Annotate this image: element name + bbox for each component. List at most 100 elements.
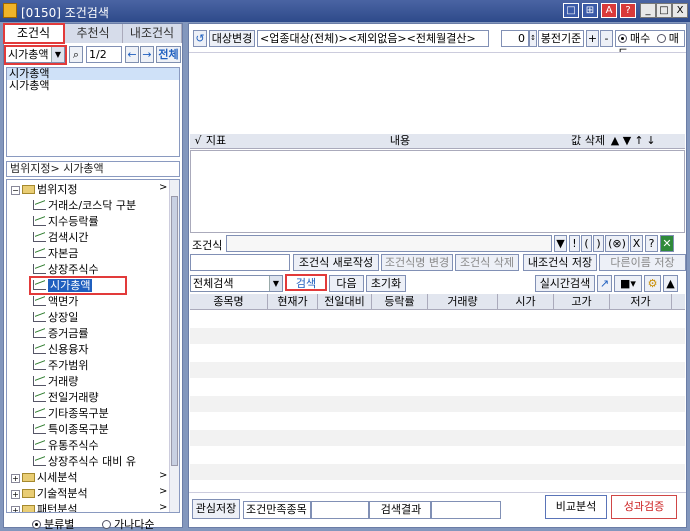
op-clear[interactable]: X [630,235,643,252]
expand-icon[interactable]: + [11,506,20,512]
delete-condition-button[interactable]: 조건식 삭제 [455,254,519,271]
col-high: 고가 [554,294,610,310]
minimize-button[interactable]: _ [640,3,656,18]
condition-name-input[interactable] [190,254,290,271]
tile-icon[interactable]: ⊞ [582,3,598,18]
collapse-icon[interactable]: − [11,186,20,195]
scroll-thumb[interactable] [171,196,178,466]
table-row[interactable] [190,464,685,481]
chart-icon [33,216,46,226]
op-xor[interactable]: (⊗) [605,235,629,252]
realtime-search-button[interactable]: 실시간검색 [535,275,595,292]
tree-item[interactable]: 자본금 [33,246,78,262]
add-button[interactable]: + [586,30,599,47]
chart-icon [33,232,46,242]
move-bottom-icon[interactable]: ↓ [646,134,656,148]
tab-recommended[interactable]: 추천식 [64,24,123,43]
target-change-button[interactable]: 대상변경 [209,30,255,47]
table-row[interactable] [190,447,685,464]
table-row[interactable] [190,413,685,430]
compare-button[interactable]: 비교분석 [545,495,607,519]
table-row[interactable] [190,430,685,447]
link-window-icon[interactable]: □ [563,3,579,18]
refresh-icon[interactable]: ↺ [193,30,207,47]
tree-item[interactable]: 거래소/코스닥 구분 [33,198,136,214]
page-indicator: 1/2 [86,46,122,63]
search-scope-select[interactable]: 전체검색 ▼ [190,275,283,292]
op-not[interactable]: ! [569,235,580,252]
font-icon[interactable]: A [601,3,617,18]
prev-arrow-icon[interactable]: ← [125,46,139,63]
collapse-up-icon[interactable]: ▲ [663,275,678,292]
move-down-icon[interactable]: ▼ [622,134,632,148]
save-interest-button[interactable]: 관심저장 [192,499,240,519]
next-button[interactable]: 다음 [329,275,364,292]
tree-item[interactable]: 전일거래량 [33,390,99,406]
tree-item[interactable]: 상장주식수 대비 유 [33,454,136,470]
table-row[interactable] [190,379,685,396]
tree-item[interactable]: 기타종목구분 [33,406,109,422]
rename-condition-button[interactable]: 조건식명 변경 [381,254,453,271]
op-dropdown[interactable]: ▼ [554,235,567,252]
tab-my-condition[interactable]: 내조건식 [123,24,182,43]
tree-folder-technical[interactable]: + 기술적분석 [11,486,88,502]
tree-item[interactable]: 상장일 [33,310,78,326]
tree-item[interactable]: 유통주식수 [33,438,99,454]
all-button[interactable]: 전체 [156,46,181,63]
tree-folder-pattern[interactable]: + 패턴분석 [11,502,77,512]
expand-icon[interactable]: + [11,474,20,483]
remove-button[interactable]: - [600,30,613,47]
sort-options: 분류별 가나다순 [4,516,182,531]
move-top-icon[interactable]: ↑ [634,134,644,148]
spinner-icon[interactable]: ↕ [529,30,537,47]
target-field[interactable]: <업종대상(전체)><제외없음><전체월결산> [257,30,489,47]
tree-scrollbar[interactable] [169,180,179,512]
tree-item[interactable]: 신용융자 [33,342,88,358]
op-close-paren[interactable]: ) [593,235,604,252]
tree-item[interactable]: 지수등락률 [33,214,99,230]
next-arrow-icon[interactable]: → [140,46,154,63]
table-row[interactable] [190,396,685,413]
search-icon[interactable]: ⌕ [69,46,83,63]
tree-item[interactable]: 특이종목구분 [33,422,109,438]
tree-item[interactable]: 주가범위 [33,358,88,374]
condition-grid-body[interactable] [190,150,685,233]
sort-by-category[interactable]: 분류별 [32,516,74,531]
search-button[interactable]: 검색 [285,274,327,291]
op-open-paren[interactable]: ( [581,235,592,252]
table-row[interactable] [190,311,685,328]
table-row[interactable] [190,345,685,362]
settings-icon[interactable]: ⚙ [644,275,661,292]
tree-folder-range[interactable]: − 범위지정 [11,182,77,198]
move-up-icon[interactable]: ▲ [610,134,620,148]
matched-count [311,501,369,519]
buy-sell-radio[interactable]: 매수 매도 [615,30,685,60]
reset-button[interactable]: 초기화 [366,275,406,292]
export-icon[interactable]: ↗ [597,275,612,292]
tree-label: 상장주식수 대비 유 [48,455,136,468]
list-item[interactable]: 시가총액 [7,80,179,92]
candle-count-input[interactable]: 0 [501,30,529,47]
verify-button[interactable]: 성과검증 [611,495,677,519]
table-row[interactable] [190,362,685,379]
col-open: 시가 [498,294,554,310]
excel-icon[interactable]: ✕ [660,235,674,252]
close-button[interactable]: X [672,3,688,18]
condition-list[interactable]: 시가총액 시가총액 [6,67,180,157]
new-condition-button[interactable]: 조건식 새로작성 [293,254,379,271]
tree-item[interactable]: 액면가 [33,294,78,310]
maximize-button[interactable]: □ [656,3,672,18]
help-icon[interactable]: ? [620,3,636,18]
expand-icon[interactable]: + [11,490,20,499]
tree-item[interactable]: 거래량 [33,374,78,390]
tree-item[interactable]: 증거금률 [33,326,88,342]
sort-by-alpha[interactable]: 가나다순 [102,516,154,531]
tree-item[interactable]: 검색시간 [33,230,88,246]
save-my-condition-button[interactable]: 내조건식 저장 [523,254,597,271]
help-icon[interactable]: ? [645,235,658,252]
layout-dropdown[interactable]: ■▾ [614,275,642,292]
save-as-button[interactable]: 다른이름 저장 [599,254,686,271]
condition-expression-input[interactable] [226,235,552,252]
table-row[interactable] [190,328,685,345]
tree-folder-market[interactable]: + 시세분석 [11,470,77,486]
